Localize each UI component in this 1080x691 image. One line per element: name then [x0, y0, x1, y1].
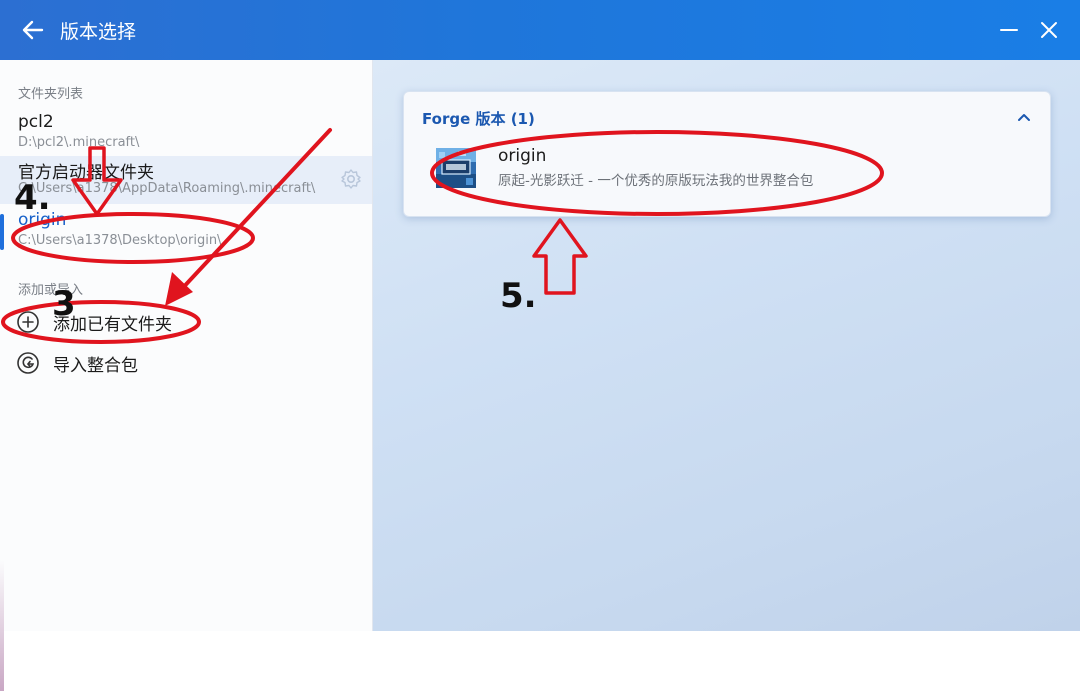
folder-item-pcl2[interactable]: pcl2 D:\pcl2\.minecraft\	[0, 110, 372, 158]
window-title: 版本选择	[60, 21, 137, 43]
plus-circle-icon	[17, 311, 39, 333]
annotation-label-5: 5.	[500, 276, 537, 316]
card-header: Forge 版本 (1)	[422, 110, 535, 128]
folder-path: D:\pcl2\.minecraft\	[18, 135, 140, 150]
close-button[interactable]	[1034, 15, 1064, 45]
selected-indicator	[0, 214, 4, 250]
main-panel: Forge 版本 (1) origin 原起-光影跃迁 - 一个优秀的原版玩法我…	[373, 60, 1080, 631]
folders-section-title: 文件夹列表	[18, 87, 84, 102]
modpack-icon	[436, 148, 476, 188]
version-item-origin[interactable]: origin 原起-光影跃迁 - 一个优秀的原版玩法我的世界整合包	[418, 142, 1036, 194]
arrow-left-icon	[22, 20, 44, 40]
sidebar: 文件夹列表 pcl2 D:\pcl2\.minecraft\ 官方启动器文件夹 …	[0, 60, 373, 691]
version-description: 原起-光影跃迁 - 一个优秀的原版玩法我的世界整合包	[498, 173, 814, 189]
title-bar: 版本选择	[0, 0, 1080, 60]
folder-name: pcl2	[18, 112, 54, 132]
folder-item-official-launcher[interactable]: 官方启动器文件夹 C:\Users\a1378\AppData\Roaming\…	[0, 156, 372, 204]
folder-path: C:\Users\a1378\AppData\Roaming\.minecraf…	[18, 181, 316, 196]
import-package-icon	[17, 352, 39, 374]
version-name: origin	[498, 146, 547, 166]
action-label: 导入整合包	[53, 356, 138, 376]
close-icon	[1041, 22, 1057, 38]
minimize-icon	[1000, 29, 1018, 31]
sidebar-edge	[0, 560, 4, 691]
forge-version-card: Forge 版本 (1) origin 原起-光影跃迁 - 一个优秀的原版玩法我…	[403, 91, 1051, 217]
chevron-up-icon[interactable]	[1012, 106, 1036, 130]
annotation-label-4: 4.	[14, 178, 51, 218]
annotation-label-3: 3	[52, 284, 76, 324]
folder-path: C:\Users\a1378\Desktop\origin\	[18, 233, 222, 248]
folder-item-origin[interactable]: origin C:\Users\a1378\Desktop\origin\	[0, 208, 372, 256]
import-modpack-button[interactable]: 导入整合包	[0, 344, 372, 380]
minimize-button[interactable]	[994, 15, 1024, 45]
gear-icon[interactable]	[340, 168, 362, 190]
back-button[interactable]	[18, 15, 48, 45]
